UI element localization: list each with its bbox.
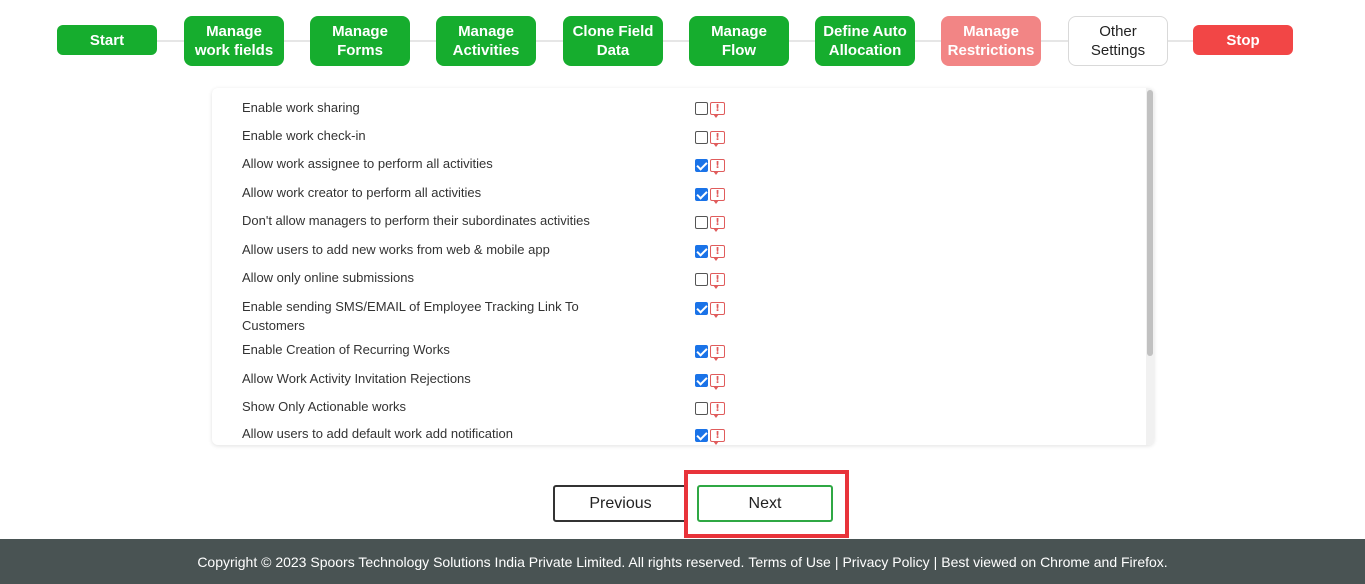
warning-icon[interactable]: ! [710, 302, 725, 318]
setting-control: ! [695, 402, 725, 418]
panel-scrollbar[interactable] [1146, 88, 1154, 445]
scrollbar-thumb[interactable] [1147, 90, 1153, 356]
setting-row: Allow work creator to perform all activi… [242, 183, 762, 202]
setting-checkbox[interactable] [695, 245, 708, 258]
setting-control: ! [695, 159, 725, 175]
warning-icon[interactable]: ! [710, 345, 725, 361]
setting-row: Allow users to add new works from web & … [242, 240, 762, 259]
warning-icon[interactable]: ! [710, 402, 725, 418]
previous-button[interactable]: Previous [553, 485, 688, 522]
footer-separator: | [933, 553, 938, 570]
step-define-auto-allocation[interactable]: Define Auto Allocation [815, 16, 915, 66]
setting-label: Allow Work Activity Invitation Rejection… [242, 371, 471, 386]
setting-row: Show Only Actionable works [242, 397, 762, 416]
setting-row: Allow work assignee to perform all activ… [242, 154, 762, 173]
setting-label: Allow only online submissions [242, 270, 414, 285]
setting-label: Enable work sharing [242, 100, 360, 115]
restrictions-panel: Enable work sharing ! Enable work check-… [212, 88, 1154, 445]
terms-of-use-link[interactable]: Terms of Use [748, 554, 830, 570]
privacy-policy-link[interactable]: Privacy Policy [842, 554, 929, 570]
warning-icon[interactable]: ! [710, 245, 725, 261]
setting-label: Enable sending SMS/EMAIL of Employee Tra… [242, 299, 579, 333]
setting-row: Don't allow managers to perform their su… [242, 211, 762, 230]
setting-control: ! [695, 273, 725, 289]
footer: Copyright © 2023 Spoors Technology Solut… [0, 539, 1365, 584]
setting-checkbox[interactable] [695, 159, 708, 172]
footer-browser-note: Best viewed on Chrome and Firefox. [941, 553, 1168, 570]
setting-label: Allow work creator to perform all activi… [242, 185, 482, 200]
setting-checkbox[interactable] [695, 374, 708, 387]
warning-icon[interactable]: ! [710, 131, 725, 147]
setting-row: Enable sending SMS/EMAIL of Employee Tra… [242, 297, 622, 335]
setting-checkbox[interactable] [695, 402, 708, 415]
step-manage-work-fields[interactable]: Manage work fields [184, 16, 284, 66]
warning-icon[interactable]: ! [710, 216, 725, 232]
wizard-stepper: Start Manage work fields Manage Forms Ma… [57, 16, 1293, 66]
setting-checkbox[interactable] [695, 216, 708, 229]
setting-control: ! [695, 188, 725, 204]
next-button[interactable]: Next [697, 485, 833, 522]
setting-control: ! [695, 102, 725, 118]
setting-label: Don't allow managers to perform their su… [242, 213, 590, 228]
setting-checkbox[interactable] [695, 302, 708, 315]
setting-control: ! [695, 374, 725, 390]
setting-row: Enable Creation of Recurring Works [242, 340, 762, 359]
setting-control: ! [695, 302, 725, 318]
warning-icon[interactable]: ! [710, 102, 725, 118]
setting-checkbox[interactable] [695, 273, 708, 286]
step-manage-activities[interactable]: Manage Activities [436, 16, 536, 66]
setting-control: ! [695, 245, 725, 261]
step-other-settings[interactable]: Other Settings [1068, 16, 1168, 66]
setting-checkbox[interactable] [695, 188, 708, 201]
setting-label: Allow users to add default work add noti… [242, 426, 513, 441]
step-manage-restrictions[interactable]: Manage Restrictions [941, 16, 1041, 66]
setting-checkbox[interactable] [695, 345, 708, 358]
warning-icon[interactable]: ! [710, 429, 725, 445]
step-manage-forms[interactable]: Manage Forms [310, 16, 410, 66]
step-manage-flow[interactable]: Manage Flow [689, 16, 789, 66]
footer-copyright: Copyright © 2023 Spoors Technology Solut… [197, 553, 745, 570]
setting-row: Allow only online submissions [242, 268, 762, 287]
footer-separator: | [834, 553, 839, 570]
step-start[interactable]: Start [57, 25, 157, 55]
setting-label: Allow users to add new works from web & … [242, 242, 550, 257]
step-stop[interactable]: Stop [1193, 25, 1293, 55]
setting-control: ! [695, 131, 725, 147]
setting-row: Enable work sharing [242, 98, 762, 117]
setting-row: Enable work check-in [242, 126, 762, 145]
warning-icon[interactable]: ! [710, 273, 725, 289]
step-clone-field-data[interactable]: Clone Field Data [563, 16, 663, 66]
setting-checkbox[interactable] [695, 429, 708, 442]
setting-label: Enable work check-in [242, 128, 366, 143]
setting-label: Allow work assignee to perform all activ… [242, 156, 493, 171]
warning-icon[interactable]: ! [710, 159, 725, 175]
setting-checkbox[interactable] [695, 102, 708, 115]
warning-icon[interactable]: ! [710, 374, 725, 390]
setting-control: ! [695, 429, 725, 445]
setting-row: Allow Work Activity Invitation Rejection… [242, 369, 762, 388]
setting-control: ! [695, 216, 725, 232]
setting-row: Allow users to add default work add noti… [242, 424, 762, 443]
setting-label: Enable Creation of Recurring Works [242, 342, 450, 357]
setting-checkbox[interactable] [695, 131, 708, 144]
setting-control: ! [695, 345, 725, 361]
setting-label: Show Only Actionable works [242, 399, 407, 414]
warning-icon[interactable]: ! [710, 188, 725, 204]
